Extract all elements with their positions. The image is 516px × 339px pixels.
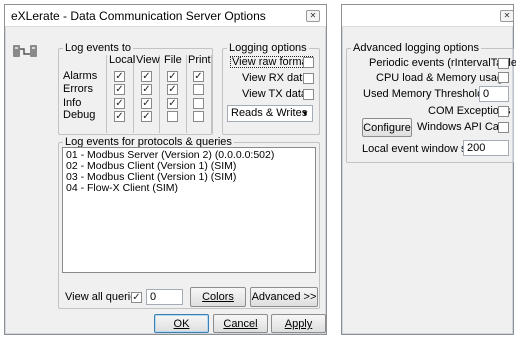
apply-button[interactable]: Apply: [271, 314, 326, 333]
cpu-load-checkbox[interactable]: [498, 72, 509, 83]
column-header-file: File: [164, 54, 182, 66]
windows-api-calls-label[interactable]: Windows API Calls: [417, 121, 509, 133]
log-info-local-checkbox[interactable]: ✓: [114, 98, 125, 109]
column-header-print: Print: [188, 54, 211, 66]
row-label-info: Info: [63, 97, 82, 109]
log-alarms-print-checkbox[interactable]: ✓: [193, 71, 204, 82]
windows-api-calls-checkbox[interactable]: [498, 122, 509, 133]
logging-options-legend: Logging options: [229, 42, 307, 54]
advanced-dialog: ✕ Advanced logging options Periodic even…: [341, 4, 516, 335]
log-errors-print-checkbox[interactable]: [193, 84, 204, 95]
log-events-to-legend: Log events to: [65, 42, 132, 54]
log-errors-view-checkbox[interactable]: ✓: [141, 84, 152, 95]
column-divider: [159, 55, 160, 133]
chevron-down-icon: ▼: [301, 109, 309, 118]
close-icon[interactable]: ✕: [306, 10, 320, 22]
list-item[interactable]: 04 - Flow-X Client (SIM): [66, 183, 312, 194]
periodic-events-label[interactable]: Periodic events (rIntervalTable): [369, 57, 516, 69]
log-errors-file-checkbox[interactable]: ✓: [167, 84, 178, 95]
advanced-button[interactable]: Advanced >>: [250, 287, 318, 307]
view-tx-data-checkbox[interactable]: [303, 89, 314, 100]
view-rx-data-checkbox[interactable]: [303, 73, 314, 84]
view-rx-data-label[interactable]: View RX data: [242, 72, 308, 84]
advanced-logging-legend: Advanced logging options: [353, 42, 479, 54]
column-divider: [186, 55, 187, 133]
protocols-list[interactable]: 01 - Modbus Server (Version 2) (0.0.0.0:…: [62, 147, 316, 273]
log-debug-local-checkbox[interactable]: ✓: [114, 111, 125, 122]
row-label-debug: Debug: [63, 109, 96, 121]
view-tx-data-label[interactable]: View TX data: [242, 88, 307, 100]
column-divider: [211, 55, 212, 133]
log-info-print-checkbox[interactable]: [193, 98, 204, 109]
row-label-errors: Errors: [63, 83, 93, 95]
column-header-view: View: [136, 54, 160, 66]
log-debug-print-checkbox[interactable]: [193, 111, 204, 122]
log-errors-local-checkbox[interactable]: ✓: [114, 84, 125, 95]
log-debug-view-checkbox[interactable]: ✓: [141, 111, 152, 122]
column-header-local: Local: [109, 54, 136, 66]
cancel-button[interactable]: Cancel: [213, 314, 268, 333]
queries-count-field[interactable]: 0: [146, 289, 183, 305]
dialog-title: eXLerate - Data Communication Server Opt…: [11, 9, 266, 23]
cpu-load-label[interactable]: CPU load & Memory usage: [376, 72, 509, 84]
log-mode-value: Reads & Writes: [231, 107, 308, 119]
options-dialog: eXLerate - Data Communication Server Opt…: [4, 4, 327, 335]
row-label-alarms: Alarms: [63, 70, 98, 82]
configure-button[interactable]: Configure: [362, 118, 412, 137]
view-raw-format-checkbox[interactable]: [303, 57, 314, 68]
view-all-queries-checkbox[interactable]: ✓: [131, 292, 142, 303]
colors-button[interactable]: Colors: [190, 287, 246, 307]
local-event-window-field[interactable]: 200: [463, 140, 509, 156]
log-alarms-view-checkbox[interactable]: ✓: [141, 71, 152, 82]
log-alarms-local-checkbox[interactable]: ✓: [114, 71, 125, 82]
memory-threshold-field[interactable]: 0: [479, 86, 509, 102]
com-exceptions-checkbox[interactable]: [498, 106, 509, 117]
title-bar: ✕: [342, 5, 514, 27]
network-icon: [13, 45, 37, 57]
log-alarms-file-checkbox[interactable]: ✓: [167, 71, 178, 82]
log-mode-select[interactable]: Reads & Writes ▼: [227, 105, 313, 122]
close-icon[interactable]: ✕: [500, 10, 514, 22]
log-info-view-checkbox[interactable]: ✓: [141, 98, 152, 109]
column-divider: [106, 55, 107, 133]
periodic-events-checkbox[interactable]: [498, 58, 509, 69]
ok-button[interactable]: OK: [154, 314, 209, 333]
view-raw-format-label[interactable]: View raw format: [230, 56, 313, 68]
log-info-file-checkbox[interactable]: ✓: [167, 98, 178, 109]
column-divider: [133, 55, 134, 133]
log-debug-file-checkbox[interactable]: [167, 111, 178, 122]
title-bar: eXLerate - Data Communication Server Opt…: [5, 5, 326, 27]
